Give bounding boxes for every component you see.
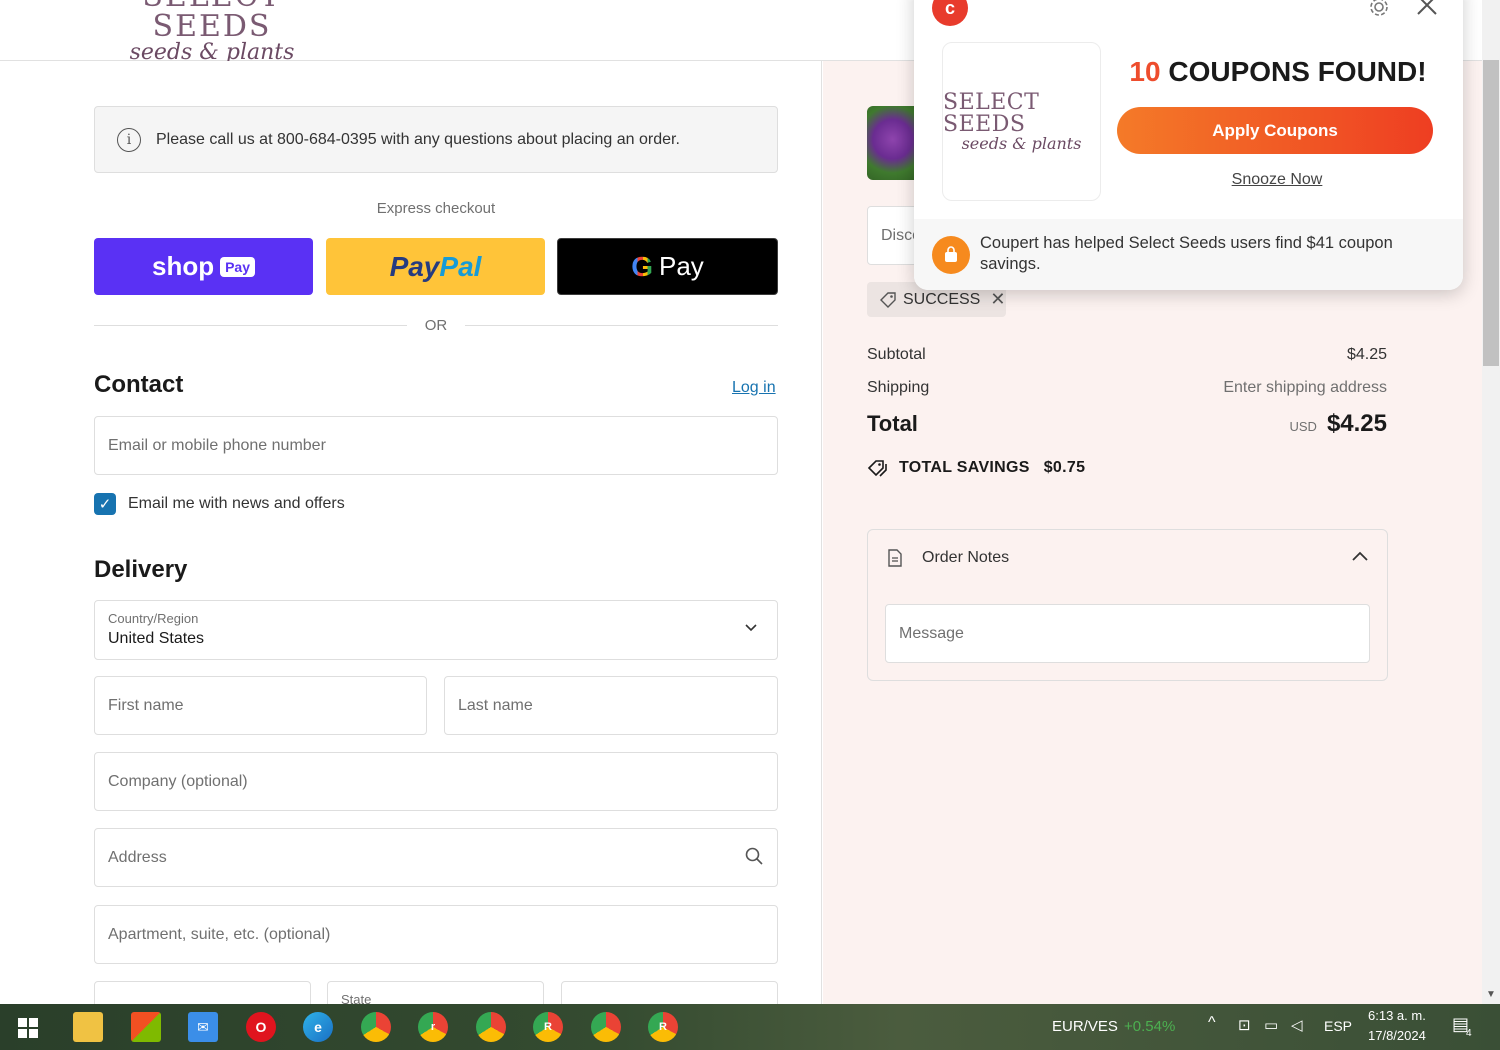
- edge-icon[interactable]: e: [303, 1012, 333, 1042]
- order-notes-panel: Order Notes Message: [867, 529, 1388, 681]
- store-logo-card: SELECT SEEDS seeds & plants: [942, 42, 1101, 201]
- gear-icon[interactable]: [1368, 0, 1390, 18]
- coupert-popup: c SELECT SEEDS seeds & plants 10 COUPONS…: [914, 0, 1463, 290]
- email-field[interactable]: Email or mobile phone number: [94, 416, 778, 475]
- chrome-profile-icon[interactable]: r: [418, 1012, 448, 1042]
- delivery-title: Delivery: [94, 556, 188, 583]
- zip-field[interactable]: [561, 981, 778, 1004]
- ticker-label[interactable]: EUR/VES: [1052, 1018, 1118, 1035]
- shopping-bag-icon: [932, 236, 970, 274]
- page-scrollbar[interactable]: ▼: [1482, 0, 1500, 1004]
- order-notice: i Please call us at 800-684-0395 with an…: [94, 106, 778, 173]
- newsletter-option[interactable]: ✓ Email me with news and offers: [94, 493, 345, 515]
- checkbox-checked-icon[interactable]: ✓: [94, 493, 116, 515]
- state-select[interactable]: State: [327, 981, 544, 1004]
- chevron-up-icon[interactable]: ^: [1208, 1014, 1216, 1032]
- google-g-icon: G: [631, 250, 653, 282]
- store-logo[interactable]: SELECT SEEDS seeds & plants: [96, 0, 328, 64]
- chevron-up-icon[interactable]: [1351, 548, 1369, 566]
- message-field[interactable]: Message: [885, 604, 1370, 663]
- mail-icon[interactable]: ✉: [188, 1012, 218, 1042]
- remove-discount-icon[interactable]: ✕: [990, 289, 1005, 310]
- login-link[interactable]: Log in: [732, 379, 776, 397]
- snooze-now-link[interactable]: Snooze Now: [1128, 171, 1426, 189]
- opera-icon[interactable]: O: [246, 1012, 276, 1042]
- shipping-row: Shipping Enter shipping address: [867, 379, 1387, 396]
- savings-tag-icon: [867, 460, 887, 477]
- search-icon[interactable]: [745, 847, 763, 865]
- close-icon[interactable]: [1414, 0, 1440, 18]
- language-indicator[interactable]: ESP: [1324, 1018, 1352, 1034]
- google-pay-button[interactable]: G Pay: [557, 238, 778, 295]
- windows-start-icon[interactable]: [18, 1018, 38, 1038]
- order-notes-header[interactable]: Order Notes: [886, 548, 1009, 568]
- express-checkout-label: Express checkout: [376, 200, 496, 217]
- chrome-profile-icon[interactable]: R: [648, 1012, 678, 1042]
- or-divider: OR: [94, 317, 778, 334]
- chrome-icon[interactable]: [361, 1012, 391, 1042]
- last-name-field[interactable]: Last name: [444, 676, 778, 735]
- chrome-profile-icon[interactable]: R: [533, 1012, 563, 1042]
- scrollbar-thumb[interactable]: [1483, 60, 1499, 366]
- chrome-profile-icon[interactable]: [591, 1012, 621, 1042]
- country-select[interactable]: Country/Region United States: [94, 600, 778, 660]
- ticker-change: +0.54%: [1124, 1018, 1176, 1035]
- total-row: Total USD $4.25: [867, 410, 1387, 437]
- tag-icon: [880, 291, 896, 308]
- chevron-down-icon: [745, 624, 757, 632]
- first-name-field[interactable]: First name: [94, 676, 427, 735]
- scroll-down-arrow-icon[interactable]: ▼: [1486, 989, 1496, 1000]
- subtotal-row: Subtotal $4.25: [867, 346, 1387, 363]
- store-icon[interactable]: [131, 1012, 161, 1042]
- network-icon[interactable]: ▭: [1264, 1016, 1278, 1034]
- savings-message: Coupert has helped Select Seeds users fi…: [980, 234, 1393, 273]
- meet-now-icon[interactable]: ⊡: [1238, 1016, 1251, 1034]
- windows-taskbar: ✉ O e r R R EUR/VES +0.54% ^ ⊡ ▭ ◁ ESP 6…: [0, 1004, 1500, 1050]
- address-field[interactable]: Address: [94, 828, 778, 887]
- file-explorer-icon[interactable]: [73, 1012, 103, 1042]
- volume-icon[interactable]: ◁: [1291, 1016, 1303, 1034]
- total-savings: TOTAL SAVINGS $0.75: [867, 458, 1085, 478]
- coupons-found-title: 10 COUPONS FOUND!: [1129, 56, 1427, 87]
- coupert-logo-icon: c: [932, 0, 968, 26]
- clock-time[interactable]: 6:13 a. m.: [1368, 1008, 1426, 1023]
- apartment-field[interactable]: Apartment, suite, etc. (optional): [94, 905, 778, 964]
- shop-pay-button[interactable]: shop Pay: [94, 238, 313, 295]
- notice-text: Please call us at 800-684-0395 with any …: [156, 130, 680, 148]
- clock-date[interactable]: 17/8/2024: [1368, 1028, 1426, 1043]
- document-icon: [888, 549, 902, 567]
- paypal-button[interactable]: Pay Pal: [326, 238, 545, 295]
- contact-title: Contact: [94, 371, 184, 398]
- chrome-profile-icon[interactable]: [476, 1012, 506, 1042]
- company-field[interactable]: Company (optional): [94, 752, 778, 811]
- checkout-form: i Please call us at 800-684-0395 with an…: [0, 61, 822, 1004]
- popup-footer: Coupert has helped Select Seeds users fi…: [914, 219, 1463, 290]
- city-field[interactable]: [94, 981, 311, 1004]
- apply-coupons-button[interactable]: Apply Coupons: [1117, 107, 1433, 154]
- info-icon: i: [117, 127, 141, 152]
- notification-count: 4: [1466, 1028, 1472, 1039]
